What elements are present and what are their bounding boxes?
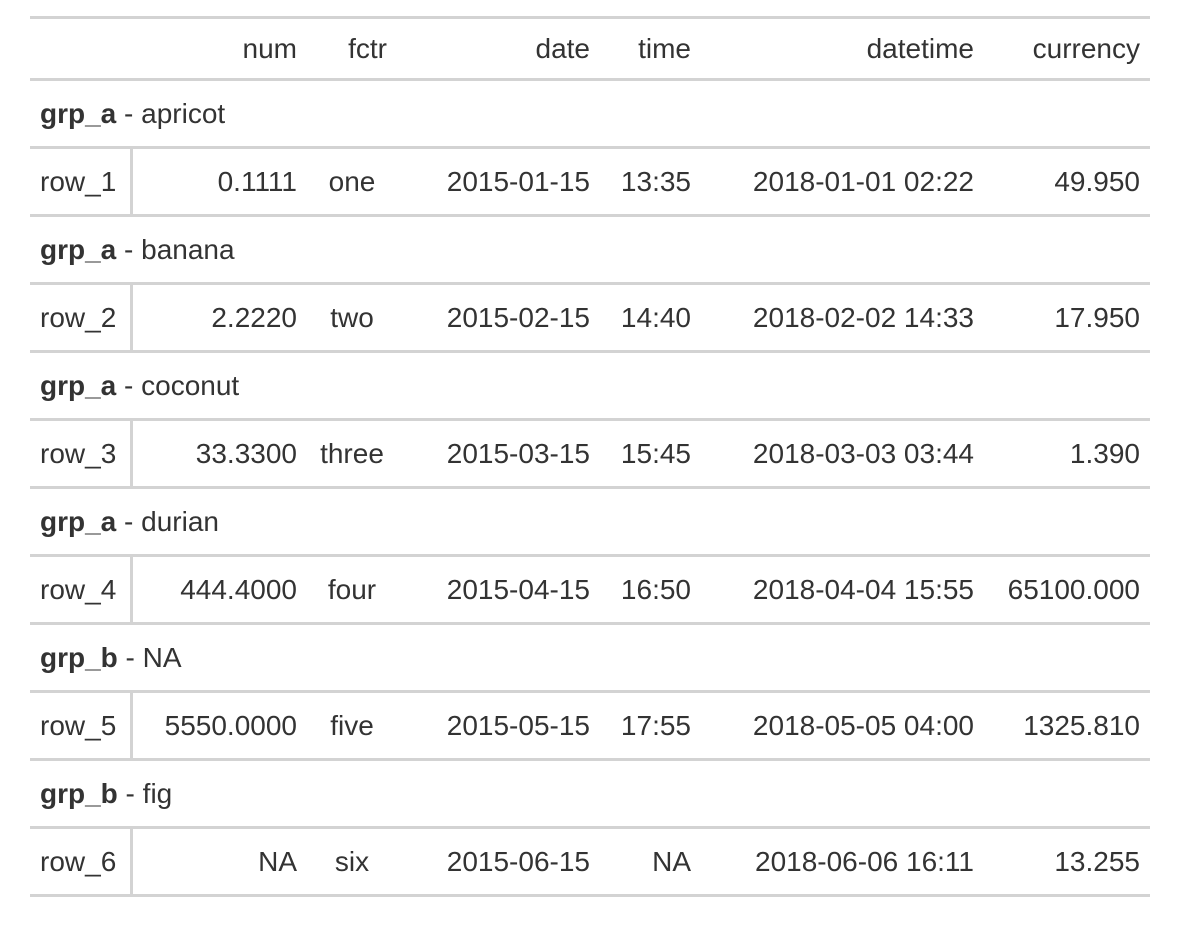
group-label: durian [141, 505, 219, 537]
group-heading: grp_a - banana [30, 214, 1150, 284]
column-header-date: date [397, 17, 600, 81]
fctr-cell: six [307, 826, 397, 896]
datetime-cell: 2018-05-05 04:00 [701, 690, 984, 760]
group-label: apricot [141, 97, 226, 129]
group-heading-row: grp_b - NA [30, 622, 1150, 692]
currency-cell: 65100.000 [984, 554, 1150, 624]
column-header-num: num [131, 17, 307, 81]
currency-cell: 49.950 [984, 146, 1150, 216]
group-name: grp_a [40, 97, 117, 129]
group-heading: grp_b - NA [30, 622, 1150, 692]
fctr-cell: four [307, 554, 397, 624]
currency-cell: 1325.810 [984, 690, 1150, 760]
group-separator: - [116, 505, 142, 537]
fctr-cell: two [307, 282, 397, 352]
group-label: banana [141, 233, 235, 265]
table-header: num fctr date time datetime currency [30, 17, 1150, 81]
time-cell: 15:45 [600, 418, 701, 488]
currency-cell: 1.390 [984, 418, 1150, 488]
datetime-cell: 2018-01-01 02:22 [701, 146, 984, 216]
group-heading: grp_a - apricot [30, 78, 1150, 148]
time-cell: 17:55 [600, 690, 701, 760]
table-row: row_4 444.4000 four 2015-04-15 16:50 201… [30, 554, 1150, 624]
date-cell: 2015-03-15 [397, 418, 600, 488]
date-cell: 2015-06-15 [397, 826, 600, 896]
num-cell: 5550.0000 [131, 690, 307, 760]
table-body: grp_a - apricot row_1 0.1111 one 2015-01… [30, 78, 1150, 896]
datetime-cell: 2018-03-03 03:44 [701, 418, 984, 488]
column-header-fctr: fctr [307, 17, 397, 81]
time-cell: 16:50 [600, 554, 701, 624]
currency-cell: 17.950 [984, 282, 1150, 352]
group-label: NA [142, 641, 182, 673]
group-name: grp_a [40, 233, 117, 265]
group-name: grp_b [40, 777, 118, 809]
group-separator: - [116, 97, 142, 129]
group-heading-row: grp_a - banana [30, 214, 1150, 284]
time-cell: 13:35 [600, 146, 701, 216]
num-cell: 444.4000 [131, 554, 307, 624]
group-separator: - [116, 369, 142, 401]
column-header-currency: currency [984, 17, 1150, 81]
group-heading-row: grp_a - apricot [30, 78, 1150, 148]
group-label: fig [142, 777, 173, 809]
row-stub-cell: row_1 [30, 146, 133, 216]
currency-cell: 13.255 [984, 826, 1150, 896]
row-stub-cell: row_5 [30, 690, 133, 760]
data-table-container: num fctr date time datetime currency grp… [30, 16, 1150, 897]
row-stub-cell: row_4 [30, 554, 133, 624]
num-cell: 0.1111 [131, 146, 307, 216]
fctr-cell: five [307, 690, 397, 760]
group-heading: grp_b - fig [30, 758, 1150, 828]
group-name: grp_a [40, 505, 117, 537]
num-cell: 2.2220 [131, 282, 307, 352]
datetime-cell: 2018-04-04 15:55 [701, 554, 984, 624]
table-row: row_5 5550.0000 five 2015-05-15 17:55 20… [30, 690, 1150, 760]
row-stub-cell: row_6 [30, 826, 133, 896]
fctr-cell: one [307, 146, 397, 216]
table-row: row_6 NA six 2015-06-15 NA 2018-06-06 16… [30, 826, 1150, 896]
group-name: grp_a [40, 369, 117, 401]
date-cell: 2015-04-15 [397, 554, 600, 624]
data-table: num fctr date time datetime currency grp… [30, 16, 1150, 897]
num-cell: NA [131, 826, 307, 896]
header-row: num fctr date time datetime currency [30, 17, 1150, 81]
row-stub-cell: row_2 [30, 282, 133, 352]
table-row: row_3 33.3300 three 2015-03-15 15:45 201… [30, 418, 1150, 488]
group-heading-row: grp_a - durian [30, 486, 1150, 556]
group-heading-row: grp_b - fig [30, 758, 1150, 828]
group-separator: - [116, 233, 142, 265]
column-header-stub [30, 17, 131, 81]
group-separator: - [117, 777, 143, 809]
column-header-datetime: datetime [701, 17, 984, 81]
num-cell: 33.3300 [131, 418, 307, 488]
datetime-cell: 2018-06-06 16:11 [701, 826, 984, 896]
group-heading: grp_a - durian [30, 486, 1150, 556]
column-header-time: time [600, 17, 701, 81]
time-cell: NA [600, 826, 701, 896]
group-heading-row: grp_a - coconut [30, 350, 1150, 420]
time-cell: 14:40 [600, 282, 701, 352]
group-heading: grp_a - coconut [30, 350, 1150, 420]
group-label: coconut [141, 369, 240, 401]
group-name: grp_b [40, 641, 118, 673]
date-cell: 2015-02-15 [397, 282, 600, 352]
row-stub-cell: row_3 [30, 418, 133, 488]
group-separator: - [117, 641, 143, 673]
date-cell: 2015-05-15 [397, 690, 600, 760]
table-row: row_2 2.2220 two 2015-02-15 14:40 2018-0… [30, 282, 1150, 352]
table-row: row_1 0.1111 one 2015-01-15 13:35 2018-0… [30, 146, 1150, 216]
datetime-cell: 2018-02-02 14:33 [701, 282, 984, 352]
fctr-cell: three [307, 418, 397, 488]
date-cell: 2015-01-15 [397, 146, 600, 216]
